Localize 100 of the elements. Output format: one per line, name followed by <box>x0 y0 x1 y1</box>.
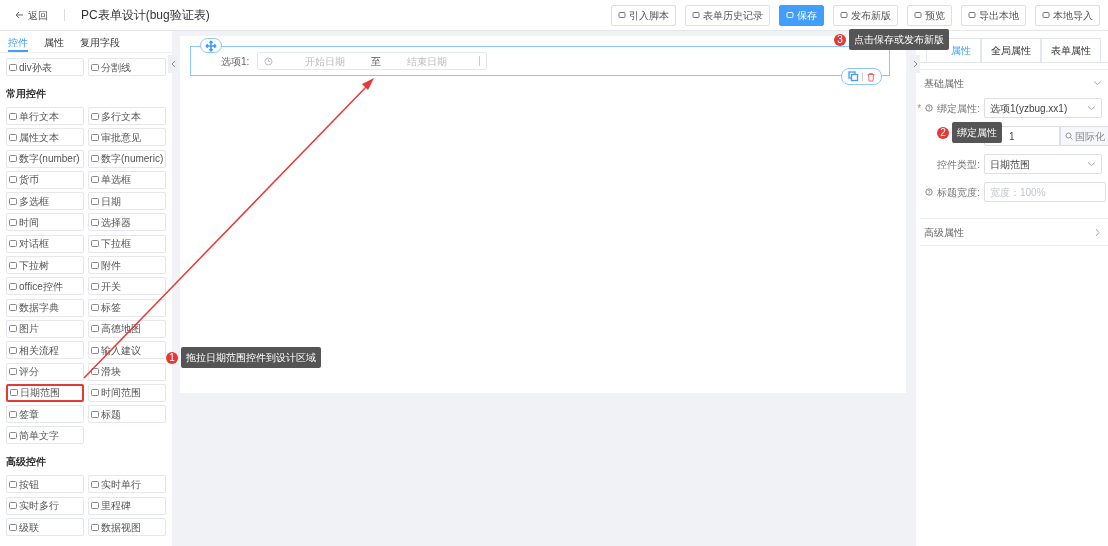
control-item[interactable]: 时间 <box>6 213 84 232</box>
square-icon <box>9 522 17 532</box>
square-icon <box>9 430 17 440</box>
control-item[interactable]: 下拉框 <box>88 234 166 253</box>
control-item[interactable]: 日期范围 <box>6 383 84 402</box>
control-item[interactable]: 滑块 <box>88 362 166 381</box>
control-item[interactable]: 标签 <box>88 298 166 317</box>
square-icon <box>9 367 17 377</box>
control-item[interactable]: 开关 <box>88 277 166 296</box>
square-icon <box>9 479 17 489</box>
chevron-right-icon <box>912 60 918 68</box>
control-item[interactable]: 里程碑 <box>88 496 166 515</box>
square-icon <box>9 111 17 121</box>
required-asterisk: * <box>917 101 922 116</box>
control-item[interactable]: 分割线 <box>88 58 166 76</box>
square-icon <box>91 196 99 206</box>
control-item[interactable]: 选择器 <box>88 213 166 232</box>
control-item[interactable]: 高德地图 <box>88 319 166 338</box>
control-item[interactable]: 实时单行 <box>88 475 166 494</box>
control-item[interactable]: 单选框 <box>88 170 166 189</box>
back-arrow-icon <box>14 10 24 20</box>
control-item[interactable]: 级联 <box>6 518 84 537</box>
control-item[interactable]: 评分 <box>6 362 84 381</box>
square-icon <box>9 303 17 313</box>
control-item[interactable]: 数字(number) <box>6 149 84 168</box>
group-heading: 常用控件 <box>6 87 47 101</box>
toolbar-button[interactable]: 表单历史记录 <box>685 4 770 26</box>
square-icon <box>91 132 99 142</box>
chevron-down-icon <box>1087 103 1096 113</box>
control-item[interactable]: 按钮 <box>6 475 84 494</box>
search-icon <box>1065 132 1073 140</box>
toolbar-button[interactable]: 发布新版 <box>833 4 898 26</box>
properties-tab[interactable]: 表单属性 <box>1041 38 1101 62</box>
document-icon <box>786 11 794 19</box>
annotation-tooltip: 拖拉日期范围控件到设计区域 <box>181 347 321 368</box>
input-field[interactable]: 宽度：100% <box>984 182 1106 202</box>
section-header[interactable]: 基础属性 <box>924 70 1102 96</box>
square-icon <box>9 154 17 164</box>
document-icon <box>692 11 700 19</box>
square-icon <box>91 218 99 227</box>
annotation-tooltip: 点击保存或发布新版 <box>849 29 949 50</box>
square-icon <box>91 367 99 377</box>
control-item[interactable]: div孙表 <box>6 58 84 76</box>
control-item[interactable]: 简单文字 <box>6 426 84 445</box>
control-item[interactable]: 单行文本 <box>6 107 84 125</box>
square-icon <box>91 303 99 313</box>
control-item[interactable]: 日期 <box>88 192 166 211</box>
document-icon <box>914 11 922 19</box>
delete-button[interactable] <box>865 71 876 82</box>
control-item[interactable]: 多行文本 <box>88 107 166 125</box>
square-icon <box>91 501 99 511</box>
select-field[interactable]: 选项1(yzbug.xx1) <box>984 98 1102 118</box>
control-item[interactable]: 标题 <box>88 405 166 424</box>
square-icon <box>91 175 99 185</box>
control-item[interactable]: 数据字典 <box>6 298 84 317</box>
control-item[interactable]: 相关流程 <box>6 341 84 360</box>
panel-tab[interactable]: 复用字段 <box>80 31 120 52</box>
field-label: 选项1: <box>221 54 250 69</box>
chevron-left-icon <box>170 60 176 68</box>
square-icon <box>9 409 17 419</box>
square-icon <box>91 62 99 72</box>
control-item[interactable]: 审批意见 <box>88 128 166 147</box>
copy-button[interactable] <box>847 71 859 82</box>
square-icon <box>91 324 99 334</box>
control-item[interactable]: 附件 <box>88 256 166 275</box>
square-icon <box>9 501 17 511</box>
square-icon <box>9 281 17 291</box>
properties-tab[interactable]: 全局属性 <box>981 38 1041 62</box>
control-item[interactable]: 实时多行 <box>6 496 84 515</box>
control-item[interactable]: 时间范围 <box>88 383 166 402</box>
control-item[interactable]: office控件 <box>6 277 84 296</box>
square-icon <box>91 260 99 270</box>
field-label: 控件类型: <box>937 157 980 172</box>
square-icon <box>10 388 18 398</box>
back-button[interactable]: 返回 <box>14 7 48 23</box>
chevron-down-icon <box>1093 78 1102 88</box>
control-item[interactable]: 对话框 <box>6 234 84 253</box>
trash-icon <box>865 71 876 82</box>
control-item[interactable]: 数据视图 <box>88 518 166 537</box>
document-icon <box>840 11 848 19</box>
control-item[interactable]: 货币 <box>6 170 84 189</box>
page-title: PC表单设计(bug验证表) <box>81 7 210 24</box>
toolbar-button[interactable]: 预览 <box>907 4 952 26</box>
control-item[interactable]: 多选框 <box>6 192 84 211</box>
control-item[interactable]: 签章 <box>6 405 84 424</box>
select-field[interactable]: 日期范围 <box>984 154 1102 174</box>
panel-tab[interactable]: 属性 <box>44 31 64 52</box>
toolbar-button[interactable]: 引入脚本 <box>611 4 676 26</box>
move-icon <box>205 39 217 52</box>
square-icon <box>91 388 99 398</box>
i18n-button[interactable]: 国际化 <box>1060 126 1108 146</box>
control-item[interactable]: 下拉树 <box>6 256 84 275</box>
toolbar-button[interactable]: 本地导入 <box>1035 4 1100 26</box>
move-handle[interactable] <box>200 38 222 53</box>
control-item[interactable]: 属性文本 <box>6 128 84 147</box>
copy-icon <box>847 71 859 82</box>
toolbar-button[interactable]: 导出本地 <box>961 4 1026 26</box>
section-header[interactable]: 高级属性 <box>924 219 1102 245</box>
control-item[interactable]: 图片 <box>6 319 84 338</box>
control-item[interactable]: 数字(numeric) <box>88 149 166 168</box>
